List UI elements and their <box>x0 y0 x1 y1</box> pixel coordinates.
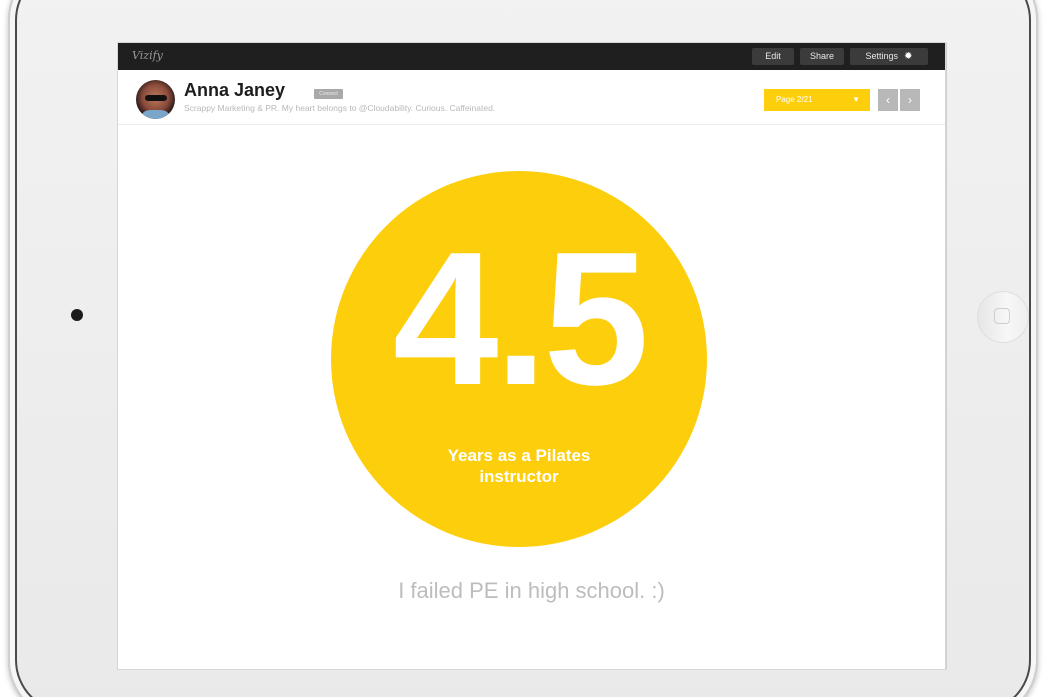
chevron-down-icon: ▼ <box>852 95 860 104</box>
chevron-left-icon: ‹ <box>886 93 890 107</box>
stat-caption-line2: instructor <box>479 467 559 486</box>
next-page-button[interactable]: › <box>900 89 920 111</box>
page-select-label: Page 2/21 <box>776 95 813 104</box>
connect-badge[interactable]: Connect <box>314 89 343 99</box>
avatar[interactable] <box>136 80 175 119</box>
top-toolbar: Vizify Edit Share Settings ✹ <box>118 43 945 70</box>
gear-icon: ✹ <box>904 51 913 62</box>
home-button[interactable] <box>977 291 1029 343</box>
avatar-glasses <box>145 95 167 101</box>
profile-bio: Scrappy Marketing & PR. My heart belongs… <box>184 103 496 113</box>
home-button-square-icon <box>994 308 1010 324</box>
app-screen: Vizify Edit Share Settings ✹ Anna Janey C… <box>118 43 945 669</box>
stat-caption-line1: Years as a Pilates <box>447 446 591 465</box>
stat-value: 4.5 <box>392 213 649 425</box>
page-select-dropdown[interactable]: Page 2/21 ▼ <box>764 89 870 111</box>
settings-label: Settings <box>865 51 899 61</box>
brand-logo[interactable]: Vizify <box>132 49 163 62</box>
previous-page-button[interactable]: ‹ <box>878 89 898 111</box>
stage: Vizify Edit Share Settings ✹ Anna Janey C… <box>0 0 1044 697</box>
chevron-right-icon: › <box>908 93 912 107</box>
settings-button[interactable]: Settings ✹ <box>850 48 928 65</box>
share-button[interactable]: Share <box>800 48 844 65</box>
footnote-text: I failed PE in high school. :) <box>398 578 665 603</box>
edit-button[interactable]: Edit <box>752 48 794 65</box>
profile-name: Anna Janey <box>184 80 286 100</box>
avatar-shirt <box>140 110 171 119</box>
stat-circle: 4.5 Years as a Pilates instructor <box>331 171 707 547</box>
stat-caption: Years as a Pilates instructor <box>331 445 707 487</box>
profile-header: Anna Janey Connect Scrappy Marketing & P… <box>118 70 945 125</box>
front-camera-icon <box>71 309 83 321</box>
